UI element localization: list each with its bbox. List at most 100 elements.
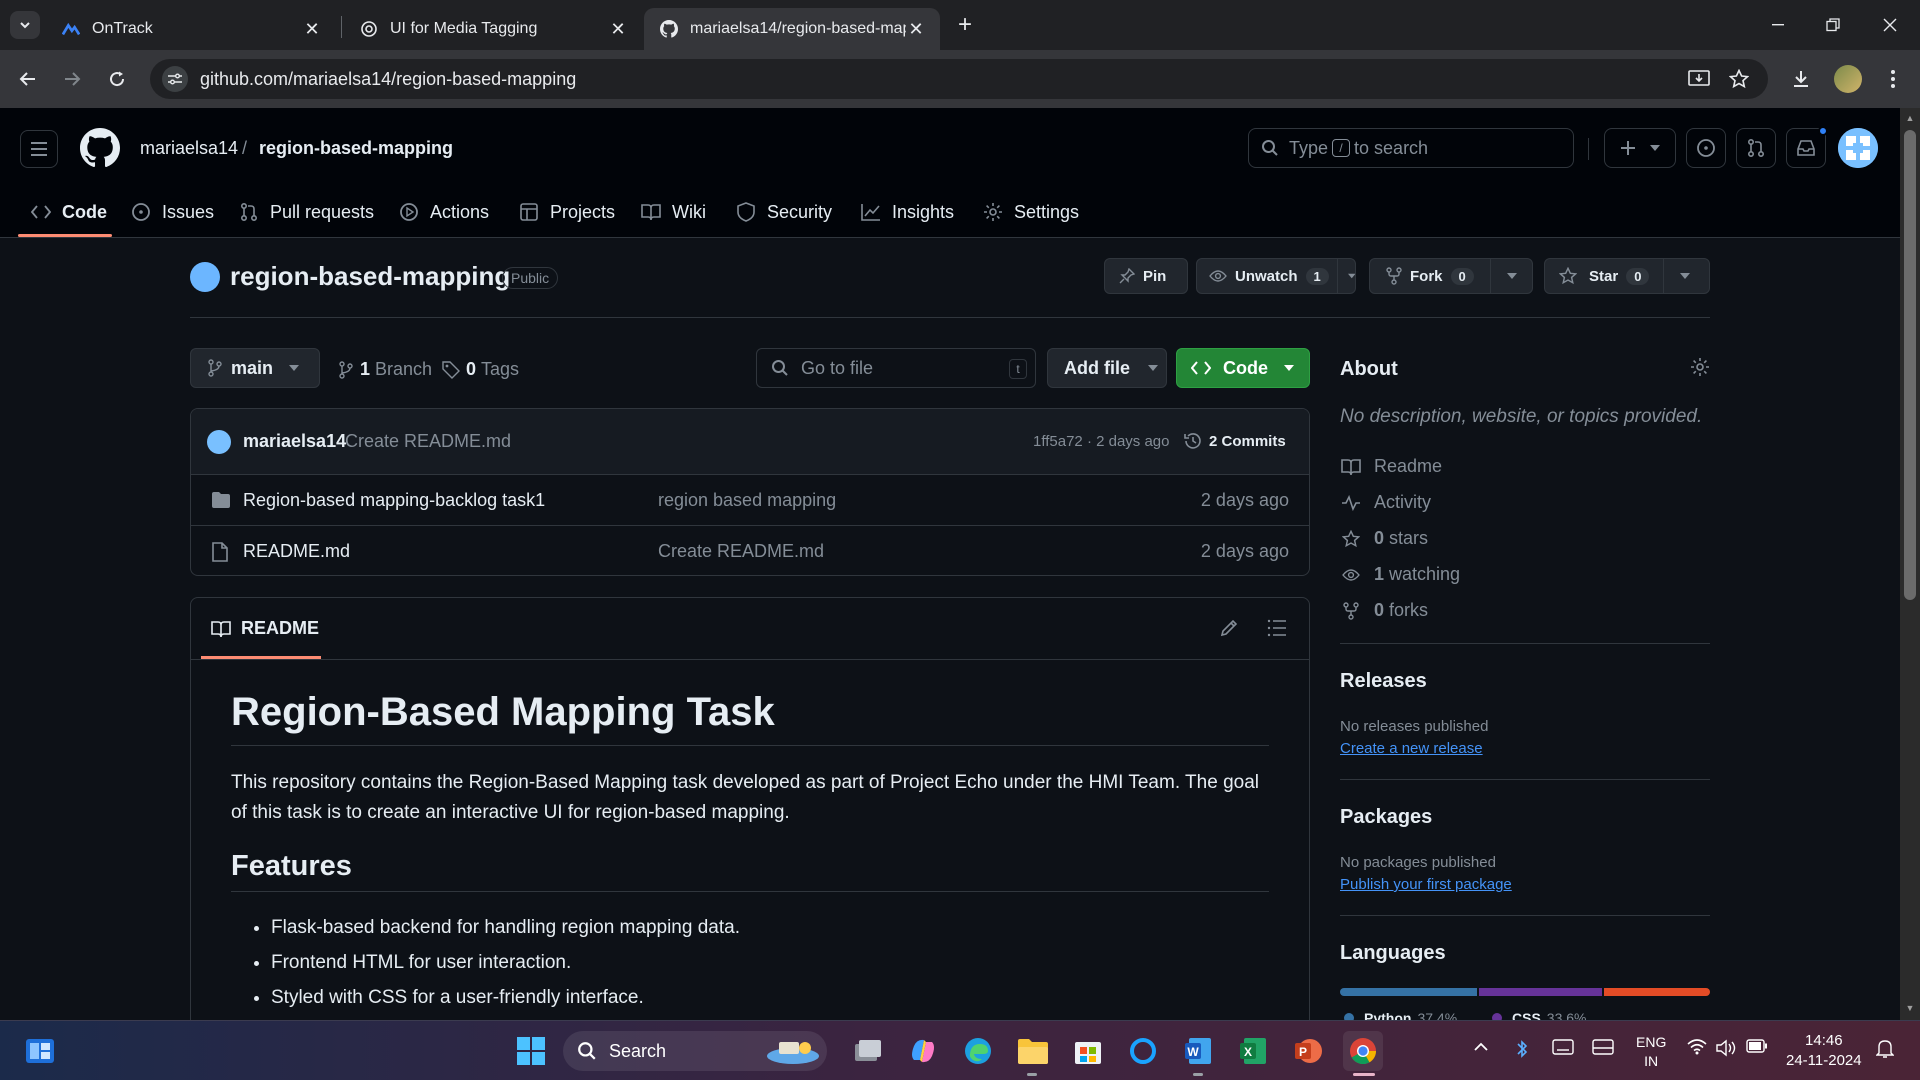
language-bar-segment[interactable] <box>1603 988 1710 996</box>
search-input[interactable]: Type / to search <box>1248 128 1574 168</box>
volume-icon[interactable] <box>1716 1039 1738 1060</box>
branch-selector[interactable]: main <box>190 348 320 388</box>
list-item[interactable]: README.md Create README.md 2 days ago <box>191 526 1309 575</box>
stars-link[interactable]: 0 stars <box>1340 528 1428 549</box>
keyboard-icon[interactable] <box>1552 1039 1574 1058</box>
star-button[interactable]: Star 0 <box>1544 258 1710 294</box>
close-window-button[interactable] <box>1870 10 1910 40</box>
taskbar-search[interactable]: Search <box>563 1031 827 1071</box>
downloads-icon[interactable] <box>1786 64 1816 94</box>
menu-button[interactable] <box>20 130 58 168</box>
bookmark-star-icon[interactable] <box>1728 68 1750 90</box>
language-bar-segment[interactable] <box>1340 988 1477 996</box>
tab-actions[interactable]: Actions <box>398 186 489 238</box>
pull-requests-button[interactable] <box>1736 128 1776 168</box>
publish-package-link[interactable]: Publish your first package <box>1340 876 1512 893</box>
reload-button[interactable] <box>102 64 132 94</box>
readme-tab[interactable]: README <box>211 618 319 639</box>
file-name[interactable]: Region-based mapping-backlog task1 <box>243 490 545 511</box>
system-clock[interactable]: 14:46 24-11-2024 <box>1786 1031 1862 1071</box>
tab-github-repo[interactable]: mariaelsa14/region-based-map ✕ <box>644 8 940 50</box>
breadcrumb-owner[interactable]: mariaelsa14 <box>140 138 238 159</box>
site-info-icon[interactable] <box>162 66 188 92</box>
tab-wiki[interactable]: Wiki <box>640 186 706 238</box>
repo-name[interactable]: region-based-mapping <box>230 261 510 292</box>
readme-link[interactable]: Readme <box>1340 456 1442 477</box>
go-to-file-input[interactable]: Go to file t <box>756 348 1036 388</box>
copilot-icon[interactable] <box>903 1031 943 1071</box>
language-bar-segment[interactable] <box>1478 988 1602 996</box>
create-release-link[interactable]: Create a new release <box>1340 740 1483 757</box>
wifi-icon[interactable] <box>1687 1039 1707 1058</box>
list-item[interactable]: Region-based mapping-backlog task1 regio… <box>191 475 1309 526</box>
show-hidden-icons-chevron-icon[interactable] <box>1474 1039 1488 1055</box>
language-indicator[interactable]: ENG IN <box>1636 1033 1666 1071</box>
code-button[interactable]: Code <box>1176 348 1310 388</box>
microsoft-store-icon[interactable] <box>1068 1031 1108 1071</box>
outline-list-icon[interactable] <box>1267 619 1287 642</box>
commit-author[interactable]: mariaelsa14 <box>243 431 346 452</box>
unwatch-button[interactable]: Unwatch 1 <box>1196 258 1356 294</box>
more-menu-icon[interactable] <box>1878 64 1908 94</box>
tab-settings[interactable]: Settings <box>982 186 1079 238</box>
task-view-icon[interactable] <box>848 1031 888 1071</box>
tab-pull-requests[interactable]: Pull requests <box>238 186 374 238</box>
fork-button[interactable]: Fork 0 <box>1369 258 1533 294</box>
back-button[interactable] <box>13 64 43 94</box>
close-icon[interactable]: ✕ <box>906 19 926 40</box>
tab-security[interactable]: Security <box>735 186 832 238</box>
chrome-icon[interactable] <box>1343 1031 1383 1071</box>
install-app-icon[interactable] <box>1688 68 1710 90</box>
close-icon[interactable]: ✕ <box>608 19 628 40</box>
add-file-button[interactable]: Add file <box>1047 348 1167 388</box>
tab-issues[interactable]: Issues <box>130 186 214 238</box>
breadcrumb-repo[interactable]: region-based-mapping <box>259 138 453 159</box>
branches-link[interactable]: 1 Branch <box>338 359 432 380</box>
edit-pencil-icon[interactable] <box>1219 618 1239 643</box>
packages-heading[interactable]: Packages <box>1340 806 1432 829</box>
activity-link[interactable]: Activity <box>1340 492 1431 513</box>
widgets-icon[interactable] <box>20 1031 60 1071</box>
file-commit-message[interactable]: region based mapping <box>658 490 836 511</box>
notification-bell-icon[interactable] <box>1875 1039 1895 1062</box>
file-explorer-icon[interactable] <box>1013 1031 1053 1071</box>
page-scrollbar[interactable]: ▲ ▼ <box>1900 108 1920 1020</box>
word-icon[interactable]: W <box>1178 1031 1218 1071</box>
file-name[interactable]: README.md <box>243 541 350 562</box>
powerpoint-icon[interactable]: P <box>1288 1031 1328 1071</box>
close-icon[interactable]: ✕ <box>302 19 322 40</box>
issues-button[interactable] <box>1686 128 1726 168</box>
scroll-down-arrow[interactable]: ▼ <box>1900 1000 1920 1016</box>
tab-ontrack[interactable]: OnTrack ✕ <box>46 8 336 50</box>
display-icon[interactable] <box>1592 1039 1614 1060</box>
tab-media-tagging[interactable]: UI for Media Tagging ✕ <box>344 8 642 50</box>
cortana-icon[interactable] <box>1123 1031 1163 1071</box>
forks-link[interactable]: 0 forks <box>1340 600 1428 621</box>
bluetooth-icon[interactable] <box>1515 1039 1529 1062</box>
pin-button[interactable]: Pin <box>1104 258 1188 294</box>
tab-projects[interactable]: Projects <box>518 186 615 238</box>
scroll-thumb[interactable] <box>1904 130 1916 600</box>
start-windows-icon[interactable] <box>511 1031 551 1071</box>
address-bar[interactable]: github.com/mariaelsa14/region-based-mapp… <box>150 59 1768 99</box>
excel-icon[interactable]: X <box>1233 1031 1273 1071</box>
tags-link[interactable]: 0 Tags <box>442 359 519 380</box>
repo-owner-avatar[interactable] <box>190 262 220 292</box>
file-commit-message[interactable]: Create README.md <box>658 541 824 562</box>
scroll-up-arrow[interactable]: ▲ <box>1900 110 1920 126</box>
battery-icon[interactable] <box>1746 1039 1768 1056</box>
tab-insights[interactable]: Insights <box>860 186 954 238</box>
tab-code[interactable]: Code <box>30 186 107 238</box>
restore-button[interactable] <box>1813 10 1853 40</box>
github-logo-icon[interactable] <box>80 128 120 168</box>
minimize-button[interactable] <box>1758 10 1798 40</box>
profile-avatar[interactable] <box>1834 65 1862 93</box>
tab-search-button[interactable] <box>10 11 40 39</box>
commit-sha-time[interactable]: 1ff5a72 · 2 days ago <box>1033 433 1170 450</box>
edge-icon[interactable] <box>958 1031 998 1071</box>
commits-link[interactable]: 2 Commits <box>1183 431 1286 451</box>
new-tab-button[interactable]: + <box>950 10 980 40</box>
watching-link[interactable]: 1 watching <box>1340 564 1460 585</box>
commit-author-avatar[interactable] <box>207 430 231 454</box>
forward-button[interactable] <box>57 64 87 94</box>
